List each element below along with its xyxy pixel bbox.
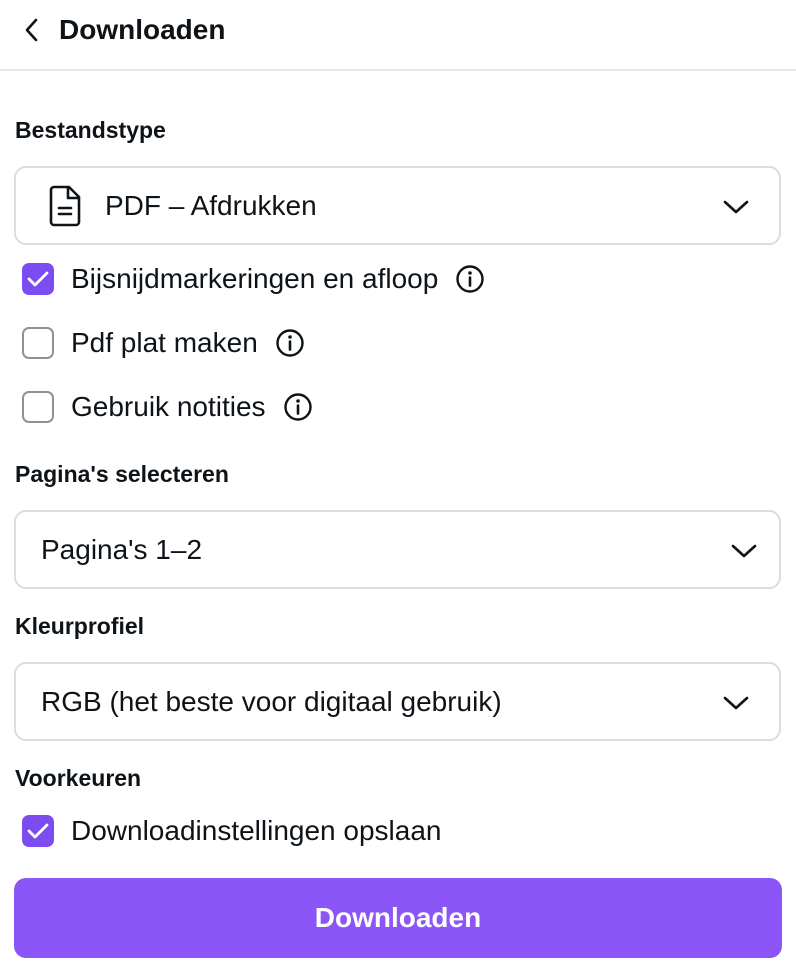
chevron-left-icon (25, 18, 38, 42)
option-use-notes[interactable]: Gebruik notities (22, 390, 313, 424)
option-label: Pdf plat maken (71, 327, 258, 358)
option-save-settings[interactable]: Downloadinstellingen opslaan (22, 814, 441, 848)
option-label: Gebruik notities (71, 391, 266, 422)
panel-header: Downloaden (0, 0, 796, 71)
download-button[interactable]: Downloaden (14, 878, 782, 958)
checkbox[interactable] (22, 391, 54, 423)
checkbox[interactable] (22, 263, 54, 295)
color-profile-select[interactable]: RGB (het beste voor digitaal gebruik) (14, 662, 781, 741)
file-type-select[interactable]: PDF – Afdrukken (14, 166, 781, 245)
option-crop-marks-bleed[interactable]: Bijsnijdmarkeringen en afloop (22, 262, 485, 296)
checkbox[interactable] (22, 815, 54, 847)
chevron-down-icon (729, 536, 759, 566)
preferences-label: Voorkeuren (15, 765, 142, 791)
pages-select[interactable]: Pagina's 1–2 (14, 510, 781, 589)
file-type-value: PDF – Afdrukken (105, 189, 317, 221)
back-button[interactable] (14, 12, 50, 48)
page-title: Downloaden (59, 14, 226, 45)
option-label: Bijsnijdmarkeringen en afloop (71, 263, 439, 294)
color-profile-label: Kleurprofiel (15, 613, 145, 639)
save-settings-label: Downloadinstellingen opslaan (71, 815, 442, 846)
checkbox[interactable] (22, 327, 54, 359)
chevron-down-icon (721, 192, 751, 222)
info-icon[interactable] (283, 392, 313, 422)
checkmark-icon (27, 271, 49, 287)
document-icon (49, 185, 81, 227)
checkmark-icon (27, 823, 49, 839)
info-icon[interactable] (455, 264, 485, 294)
option-flatten-pdf[interactable]: Pdf plat maken (22, 326, 305, 360)
info-icon[interactable] (275, 328, 305, 358)
pages-label: Pagina's selecteren (15, 461, 229, 487)
pages-value: Pagina's 1–2 (41, 533, 203, 565)
chevron-down-icon (721, 688, 751, 718)
file-type-label: Bestandstype (15, 117, 166, 143)
color-profile-value: RGB (het beste voor digitaal gebruik) (41, 685, 502, 717)
